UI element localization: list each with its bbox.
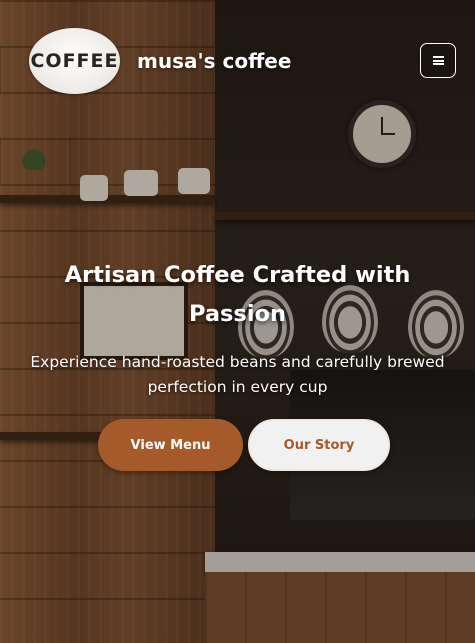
site-header: COFFEE musa's coffee bbox=[0, 0, 475, 122]
view-menu-button[interactable]: View Menu bbox=[98, 419, 243, 471]
hero-subtitle: Experience hand-roasted beans and carefu… bbox=[30, 353, 445, 396]
brand-name[interactable]: musa's coffee bbox=[137, 49, 291, 73]
hamburger-icon bbox=[432, 56, 444, 65]
menu-toggle-button[interactable] bbox=[420, 43, 456, 78]
logo-text: COFFEE bbox=[30, 50, 119, 72]
hero-title: Artisan Coffee Crafted with Passion bbox=[64, 262, 411, 327]
our-story-button[interactable]: Our Story bbox=[248, 419, 390, 471]
logo[interactable]: COFFEE bbox=[29, 28, 120, 94]
